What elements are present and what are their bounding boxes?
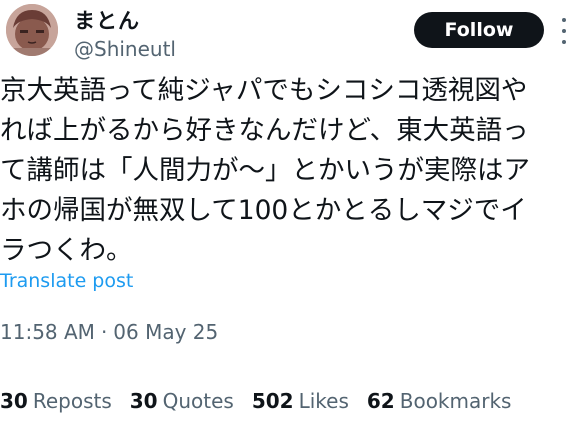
likes-stat[interactable]: 502 Likes — [252, 389, 349, 413]
likes-count: 502 — [251, 389, 294, 413]
quotes-label: Quotes — [162, 389, 234, 413]
tweet-line: れば上がるから好きなんだけど、東大英語っ — [0, 115, 529, 146]
engagement-stats: 30 Reposts 30 Quotes 502 Likes 62 Bookmarks — [0, 389, 511, 413]
tweet-line: ホの帰国が無双して100とかとるしマジでイ — [0, 195, 527, 226]
reposts-count: 30 — [0, 389, 28, 413]
tweet-line: て講師は「人間力が〜」とかいうが実際はア — [0, 155, 530, 186]
more-dot — [562, 40, 566, 44]
more-options-icon[interactable] — [560, 18, 568, 44]
bookmarks-stat[interactable]: 62 Bookmarks — [367, 389, 512, 413]
tweet-line: ラつくわ。 — [0, 235, 133, 266]
more-dot — [562, 29, 566, 33]
timestamp-separator: · — [100, 320, 108, 344]
tweet-text: 京大英語って純ジャパでもシコシコ透視図や れば上がるから好きなんだけど、東大英語… — [0, 71, 576, 271]
more-dot — [562, 18, 566, 22]
user-handle[interactable]: @Shineutl — [74, 37, 176, 61]
tweet-page: まとん @Shineutl Follow 京大英語って純ジャパでもシコシコ透視図… — [0, 0, 576, 430]
quotes-count: 30 — [129, 389, 158, 413]
reposts-label: Reposts — [32, 389, 112, 413]
likes-label: Likes — [298, 389, 349, 413]
follow-button[interactable]: Follow — [414, 12, 544, 48]
display-name[interactable]: まとん — [74, 5, 140, 35]
quotes-stat[interactable]: 30 Quotes — [130, 389, 234, 413]
avatar[interactable] — [6, 4, 58, 56]
tweet-line: 京大英語って純ジャパでもシコシコ透視図や — [0, 75, 528, 106]
bookmarks-count: 62 — [366, 389, 395, 413]
post-time: 11:58 AM — [0, 320, 95, 344]
translate-post-link[interactable]: Translate post — [0, 270, 133, 292]
post-timestamp[interactable]: 11:58 AM · 06 May 25 — [0, 320, 218, 344]
bookmarks-label: Bookmarks — [399, 389, 512, 413]
post-date: 06 May 25 — [113, 320, 219, 344]
reposts-stat[interactable]: 30 Reposts — [0, 389, 112, 413]
avatar-image — [6, 4, 58, 56]
